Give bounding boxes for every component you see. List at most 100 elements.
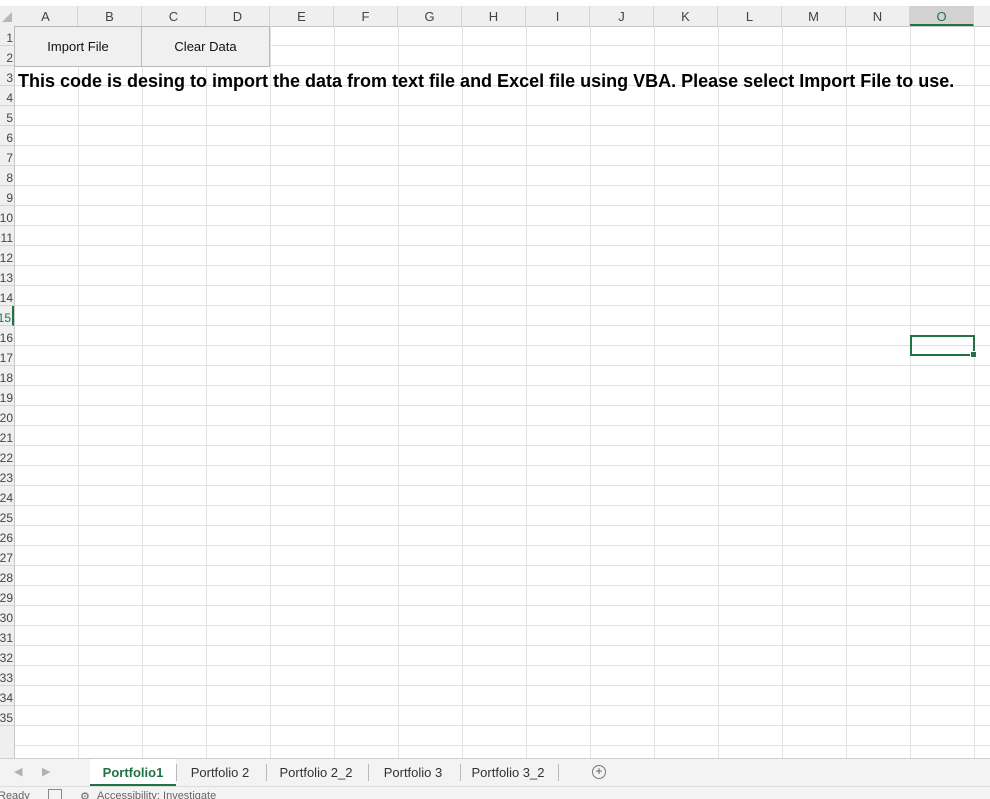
row-header-18[interactable]: 18 xyxy=(0,366,14,386)
row-header-23[interactable]: 23 xyxy=(0,466,14,486)
column-header-h[interactable]: H xyxy=(462,6,526,26)
sheet-tab[interactable]: Portfolio 2_2 xyxy=(266,759,366,786)
row-header-13[interactable]: 13 xyxy=(0,266,14,286)
row-number: 19 xyxy=(0,391,13,405)
select-all-corner[interactable] xyxy=(0,6,14,26)
row-header-33[interactable]: 33 xyxy=(0,666,14,686)
column-header-i[interactable]: I xyxy=(526,6,590,26)
tab-scroll-right-icon[interactable]: ▶ xyxy=(42,765,50,778)
column-header-l[interactable]: L xyxy=(718,6,782,26)
import-file-button[interactable]: Import File xyxy=(14,26,142,67)
row-number: 18 xyxy=(0,371,13,385)
column-header-e[interactable]: E xyxy=(270,6,334,26)
row-number: 20 xyxy=(0,411,13,425)
row-number: 14 xyxy=(0,291,13,305)
row-header-26[interactable]: 26 xyxy=(0,526,14,546)
column-header-b[interactable]: B xyxy=(78,6,142,26)
row-number: 29 xyxy=(0,591,13,605)
row-number: 25 xyxy=(0,511,13,525)
row-number: 8 xyxy=(6,171,13,185)
column-header-j[interactable]: J xyxy=(590,6,654,26)
row-header-8[interactable]: 8 xyxy=(0,166,14,186)
tab-scroll-left-icon[interactable]: ◀ xyxy=(14,765,22,778)
column-header-f[interactable]: F xyxy=(334,6,398,26)
spreadsheet-area: ABCDEFGHIJKLMNO 123456789101112131415161… xyxy=(0,0,990,758)
row-number: 6 xyxy=(6,131,13,145)
grid-line xyxy=(78,26,79,758)
column-header-o[interactable]: O xyxy=(910,6,974,26)
row-header-4[interactable]: 4 xyxy=(0,86,14,106)
row-header-31[interactable]: 31 xyxy=(0,626,14,646)
row-header-22[interactable]: 22 xyxy=(0,446,14,466)
row-header-9[interactable]: 9 xyxy=(0,186,14,206)
row-number: 22 xyxy=(0,451,13,465)
column-header-c[interactable]: C xyxy=(142,6,206,26)
row-header-32[interactable]: 32 xyxy=(0,646,14,666)
sheet-tab[interactable]: Portfolio 3_2 xyxy=(460,759,556,786)
fill-handle[interactable] xyxy=(970,351,977,358)
row-header-20[interactable]: 20 xyxy=(0,406,14,426)
status-bar: Ready ⚙ Accessibility: Investigate xyxy=(0,786,990,799)
row-header-6[interactable]: 6 xyxy=(0,126,14,146)
row-number: 35 xyxy=(0,711,13,725)
row-header-14[interactable]: 14 xyxy=(0,286,14,306)
row-header-21[interactable]: 21 xyxy=(0,426,14,446)
tab-separator xyxy=(176,764,177,781)
tab-separator xyxy=(368,764,369,781)
row-number: 4 xyxy=(6,91,13,105)
sheet-tab-bar: ◀ ▶ Portfolio1 Portfolio 2 Portfolio 2_2 Po… xyxy=(0,758,990,787)
row-number: 13 xyxy=(0,271,13,285)
row-number: 26 xyxy=(0,531,13,545)
row-number: 33 xyxy=(0,671,13,685)
row-header-24[interactable]: 24 xyxy=(0,486,14,506)
row-header-30[interactable]: 30 xyxy=(0,606,14,626)
row-header-12[interactable]: 12 xyxy=(0,246,14,266)
cell-grid[interactable] xyxy=(15,26,990,758)
row-number: 15 xyxy=(0,311,11,325)
row-number: 31 xyxy=(0,631,13,645)
row-header-34[interactable]: 34 xyxy=(0,686,14,706)
row-number: 21 xyxy=(0,431,13,445)
row-header-bar: 1234567891011121314151617181920212223242… xyxy=(0,26,15,758)
row-header-28[interactable]: 28 xyxy=(0,566,14,586)
row-number: 9 xyxy=(6,191,13,205)
tab-separator xyxy=(460,764,461,781)
column-header-m[interactable]: M xyxy=(782,6,846,26)
row-header-3[interactable]: 3 xyxy=(0,66,14,86)
row-header-19[interactable]: 19 xyxy=(0,386,14,406)
column-header-a[interactable]: A xyxy=(14,6,78,26)
clear-data-button[interactable]: Clear Data xyxy=(141,26,270,67)
row-header-15[interactable]: 15 xyxy=(0,306,14,326)
row-header-10[interactable]: 10 xyxy=(0,206,14,226)
row-header-7[interactable]: 7 xyxy=(0,146,14,166)
add-sheet-icon[interactable]: + xyxy=(592,765,606,779)
sheet-tab[interactable]: Portfolio1 xyxy=(90,759,176,786)
row-number: 24 xyxy=(0,491,13,505)
row-header-1[interactable]: 1 xyxy=(0,26,14,46)
sheet-tab[interactable]: Portfolio 3 xyxy=(368,759,458,786)
row-header-11[interactable]: 11 xyxy=(0,226,14,246)
column-header-d[interactable]: D xyxy=(206,6,270,26)
row-header-35[interactable]: 35 xyxy=(0,706,14,726)
row-header-29[interactable]: 29 xyxy=(0,586,14,606)
row-number: 27 xyxy=(0,551,13,565)
row-header-27[interactable]: 27 xyxy=(0,546,14,566)
row-header-25[interactable]: 25 xyxy=(0,506,14,526)
row-header-17[interactable]: 17 xyxy=(0,346,14,366)
row-number: 3 xyxy=(6,71,13,85)
row-number: 28 xyxy=(0,571,13,585)
sheet-tab[interactable]: Portfolio 2 xyxy=(176,759,264,786)
row-header-2[interactable]: 2 xyxy=(0,46,14,66)
column-header-k[interactable]: K xyxy=(654,6,718,26)
row-number: 16 xyxy=(0,331,13,345)
column-header-n[interactable]: N xyxy=(846,6,910,26)
row-header-5[interactable]: 5 xyxy=(0,106,14,126)
row-number: 1 xyxy=(6,31,13,45)
column-header-bar: ABCDEFGHIJKLMNO xyxy=(0,6,990,27)
row-header-16[interactable]: 16 xyxy=(0,326,14,346)
column-header-g[interactable]: G xyxy=(398,6,462,26)
row-number: 30 xyxy=(0,611,13,625)
row-number: 11 xyxy=(0,231,13,245)
row-number: 23 xyxy=(0,471,13,485)
active-cell-selection[interactable] xyxy=(910,335,977,358)
